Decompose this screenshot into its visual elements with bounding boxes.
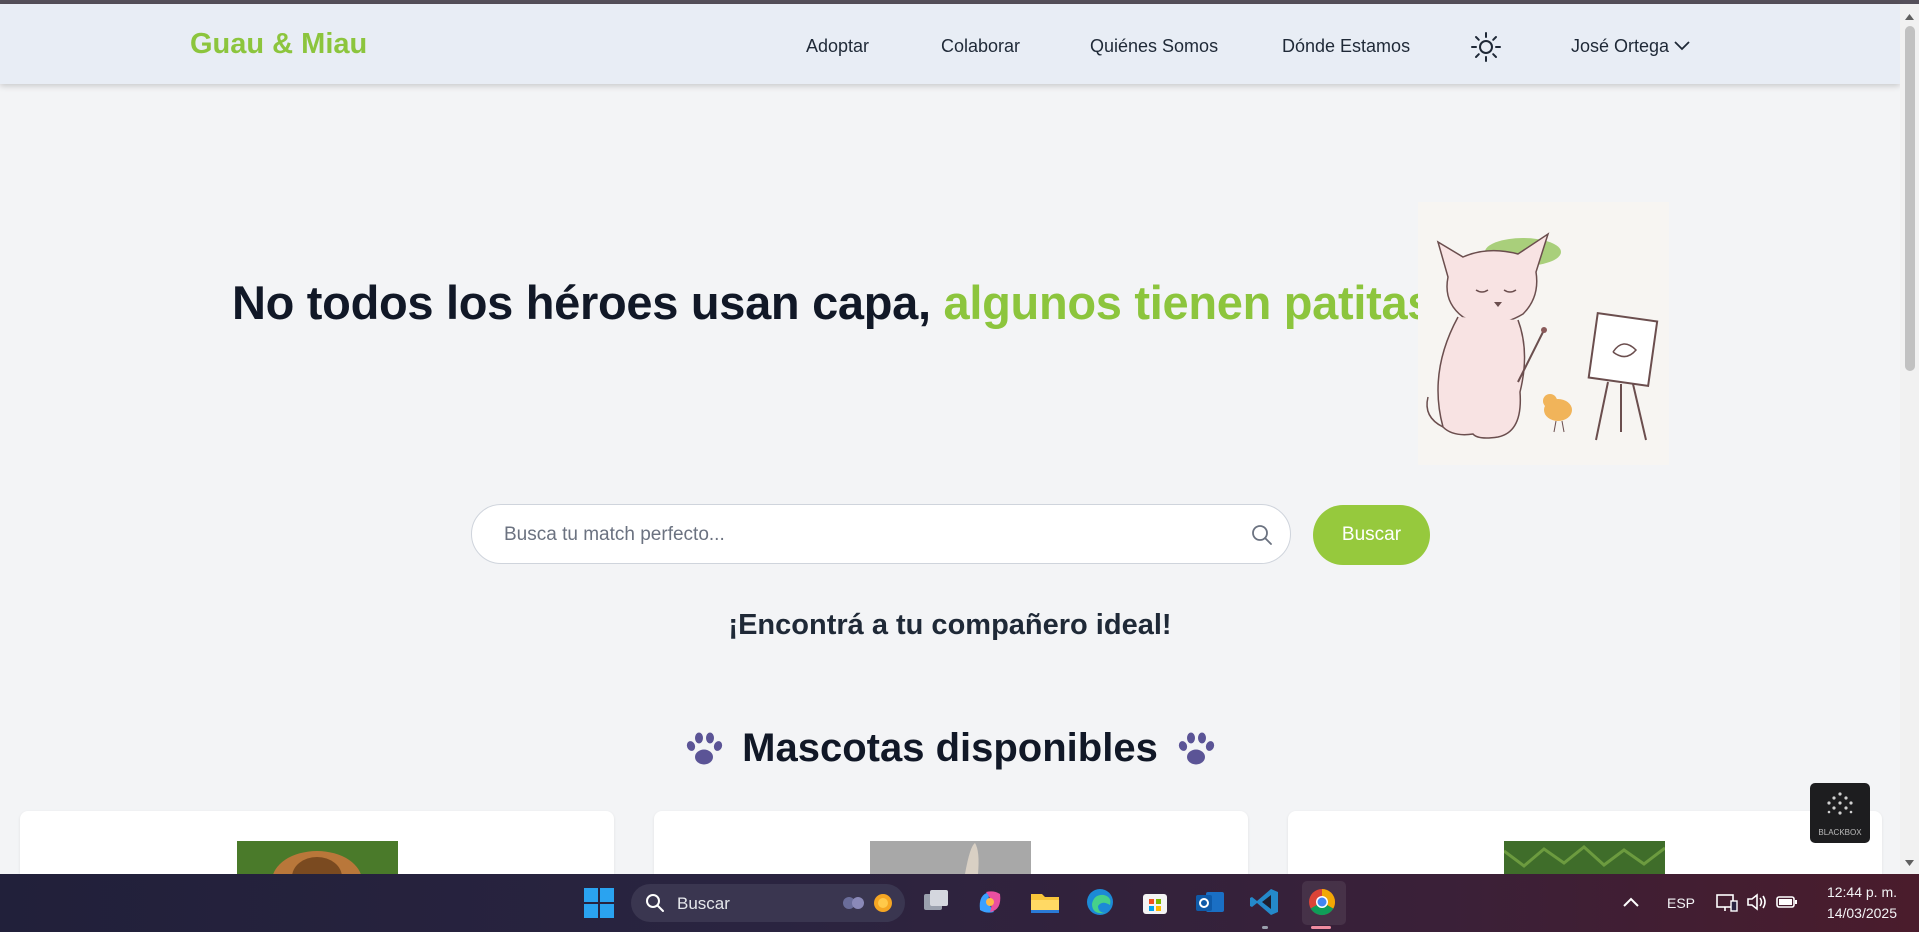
blackbox-label: BLACKBOX <box>1818 828 1862 837</box>
search-box <box>471 504 1291 565</box>
navbar: Guau & Miau Adoptar Colaborar Quiénes So… <box>0 4 1900 84</box>
hero-headline-part1: No todos los héroes usan capa, <box>232 276 931 329</box>
search-icon[interactable] <box>1250 523 1274 547</box>
dog-photo[interactable] <box>237 841 398 874</box>
chevron-down-icon[interactable] <box>1674 40 1690 51</box>
grass-photo[interactable] <box>1504 841 1665 874</box>
vscode-icon[interactable] <box>1249 886 1281 918</box>
clock-date[interactable]: 14/03/2025 <box>1815 905 1897 921</box>
volume-icon[interactable] <box>1746 892 1768 912</box>
blackbox-widget[interactable]: BLACKBOX <box>1810 783 1870 843</box>
pet-card[interactable] <box>20 811 614 874</box>
nav-donde-estamos[interactable]: Dónde Estamos <box>1282 36 1410 57</box>
search-input[interactable] <box>502 505 1226 565</box>
battery-icon[interactable] <box>1776 894 1798 910</box>
clock-time[interactable]: 12:44 p. m. <box>1822 884 1897 900</box>
nav-adoptar[interactable]: Adoptar <box>806 36 869 57</box>
nav-colaborar[interactable]: Colaborar <box>941 36 1020 57</box>
paw-icon <box>1178 732 1214 764</box>
scrollbar-thumb[interactable] <box>1905 26 1915 371</box>
chrome-running-indicator <box>1311 926 1331 929</box>
windows-start-icon[interactable] <box>584 888 614 918</box>
cat-painter-illustration <box>1418 202 1669 465</box>
taskbar-search[interactable]: Buscar <box>631 884 905 922</box>
scroll-down-arrow-icon[interactable] <box>1905 860 1914 866</box>
windows-taskbar: Buscar ESP 12:44 p. m. 14/03/2025 <box>0 874 1919 932</box>
nav-quienes-somos[interactable]: Quiénes Somos <box>1090 36 1218 57</box>
outlook-icon[interactable] <box>1194 886 1226 918</box>
dots-logo-icon <box>1827 792 1853 815</box>
chevron-up-icon[interactable] <box>1621 892 1641 912</box>
section-title: Mascotas disponibles <box>742 726 1158 770</box>
brand-logo[interactable]: Guau & Miau <box>190 28 367 61</box>
sun-icon[interactable] <box>1470 31 1502 63</box>
tagline: ¡Encontrá a tu compañero ideal! <box>728 609 1172 641</box>
section-heading: Mascotas disponibles <box>0 726 1900 778</box>
search-highlight-icon <box>843 894 892 912</box>
user-menu[interactable]: José Ortega <box>1571 36 1669 57</box>
chrome-icon[interactable] <box>1306 886 1338 918</box>
microsoft-store-icon[interactable] <box>1139 886 1171 918</box>
taskbar-search-label: Buscar <box>677 894 730 913</box>
search-button[interactable]: Buscar <box>1313 505 1430 565</box>
language-indicator[interactable]: ESP <box>1667 895 1695 911</box>
edge-icon[interactable] <box>1084 886 1116 918</box>
scroll-up-arrow-icon[interactable] <box>1905 14 1914 20</box>
network-icon[interactable] <box>1716 893 1738 913</box>
task-view-icon[interactable] <box>920 886 952 918</box>
hero-headline-part2: algunos tienen patitas. <box>943 276 1447 329</box>
pet-photo[interactable] <box>870 841 1031 874</box>
pet-card[interactable] <box>654 811 1248 874</box>
hero-headline: No todos los héroes usan capa, algunos t… <box>232 275 1446 330</box>
vscode-running-indicator <box>1262 926 1268 929</box>
search-icon <box>646 894 664 912</box>
paw-icon <box>687 732 723 764</box>
pet-card[interactable] <box>1288 811 1882 874</box>
file-explorer-icon[interactable] <box>1029 886 1061 918</box>
copilot-icon[interactable] <box>974 886 1006 918</box>
